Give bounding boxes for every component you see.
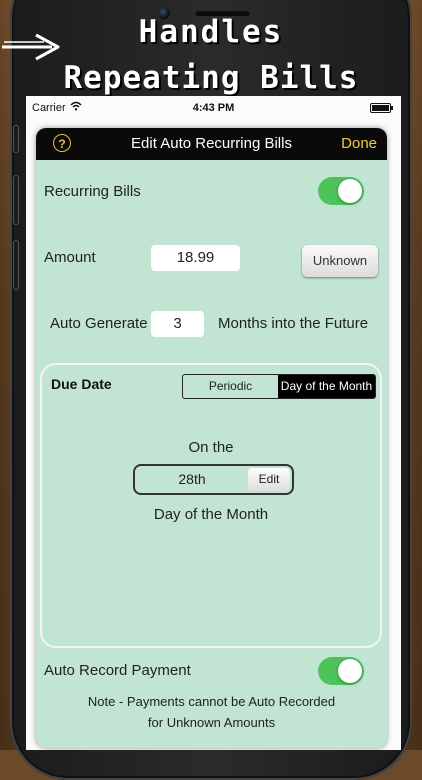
due-date-title: Due Date xyxy=(51,376,112,392)
due-date-section: Due Date Periodic Day of the Month On th… xyxy=(40,363,382,648)
headline-line-2: Repeating Bills xyxy=(63,60,359,96)
day-value[interactable]: 28th xyxy=(135,466,249,493)
amount-field[interactable]: 18.99 xyxy=(151,245,240,271)
segment-day-of-month[interactable]: Day of the Month xyxy=(278,375,375,398)
mute-switch xyxy=(13,125,19,153)
edit-day-button[interactable]: Edit xyxy=(248,468,290,491)
auto-record-note-line-1: Note - Payments cannot be Auto Recorded xyxy=(87,694,336,709)
day-picker: 28th Edit xyxy=(133,464,294,495)
volume-up-button xyxy=(13,175,19,225)
edit-recurring-panel: ? Edit Auto Recurring Bills Done Recurri… xyxy=(36,128,387,748)
toggle-knob xyxy=(338,659,362,683)
nav-bar: ? Edit Auto Recurring Bills Done xyxy=(36,128,387,160)
battery-icon xyxy=(370,103,393,113)
status-time: 4:43 PM xyxy=(192,102,235,114)
segment-periodic[interactable]: Periodic xyxy=(183,375,278,398)
auto-record-note-line-2: for Unknown Amounts xyxy=(147,715,276,730)
on-the-label: On the xyxy=(188,439,234,456)
recurring-bills-toggle[interactable] xyxy=(318,177,364,205)
volume-down-button xyxy=(13,240,19,290)
amount-label: Amount xyxy=(44,249,96,266)
auto-generate-field[interactable]: 3 xyxy=(151,311,204,337)
toggle-knob xyxy=(338,179,362,203)
day-of-month-label: Day of the Month xyxy=(153,506,269,523)
recurring-bills-label: Recurring Bills xyxy=(44,183,141,200)
done-button[interactable]: Done xyxy=(341,135,377,152)
status-bar: Carrier 4:43 PM xyxy=(26,96,401,118)
auto-record-payment-label: Auto Record Payment xyxy=(44,662,191,679)
months-into-future-label: Months into the Future xyxy=(218,315,369,332)
auto-generate-label: Auto Generate xyxy=(50,315,148,332)
unknown-amount-button[interactable]: Unknown xyxy=(302,245,378,277)
due-date-mode-control: Periodic Day of the Month xyxy=(182,374,376,399)
auto-record-payment-toggle[interactable] xyxy=(318,657,364,685)
phone-screen: Carrier 4:43 PM ? Edit Auto Recurring Bi… xyxy=(26,96,401,750)
nav-title: Edit Auto Recurring Bills xyxy=(131,135,292,152)
headline-line-1: Handles xyxy=(138,14,284,50)
